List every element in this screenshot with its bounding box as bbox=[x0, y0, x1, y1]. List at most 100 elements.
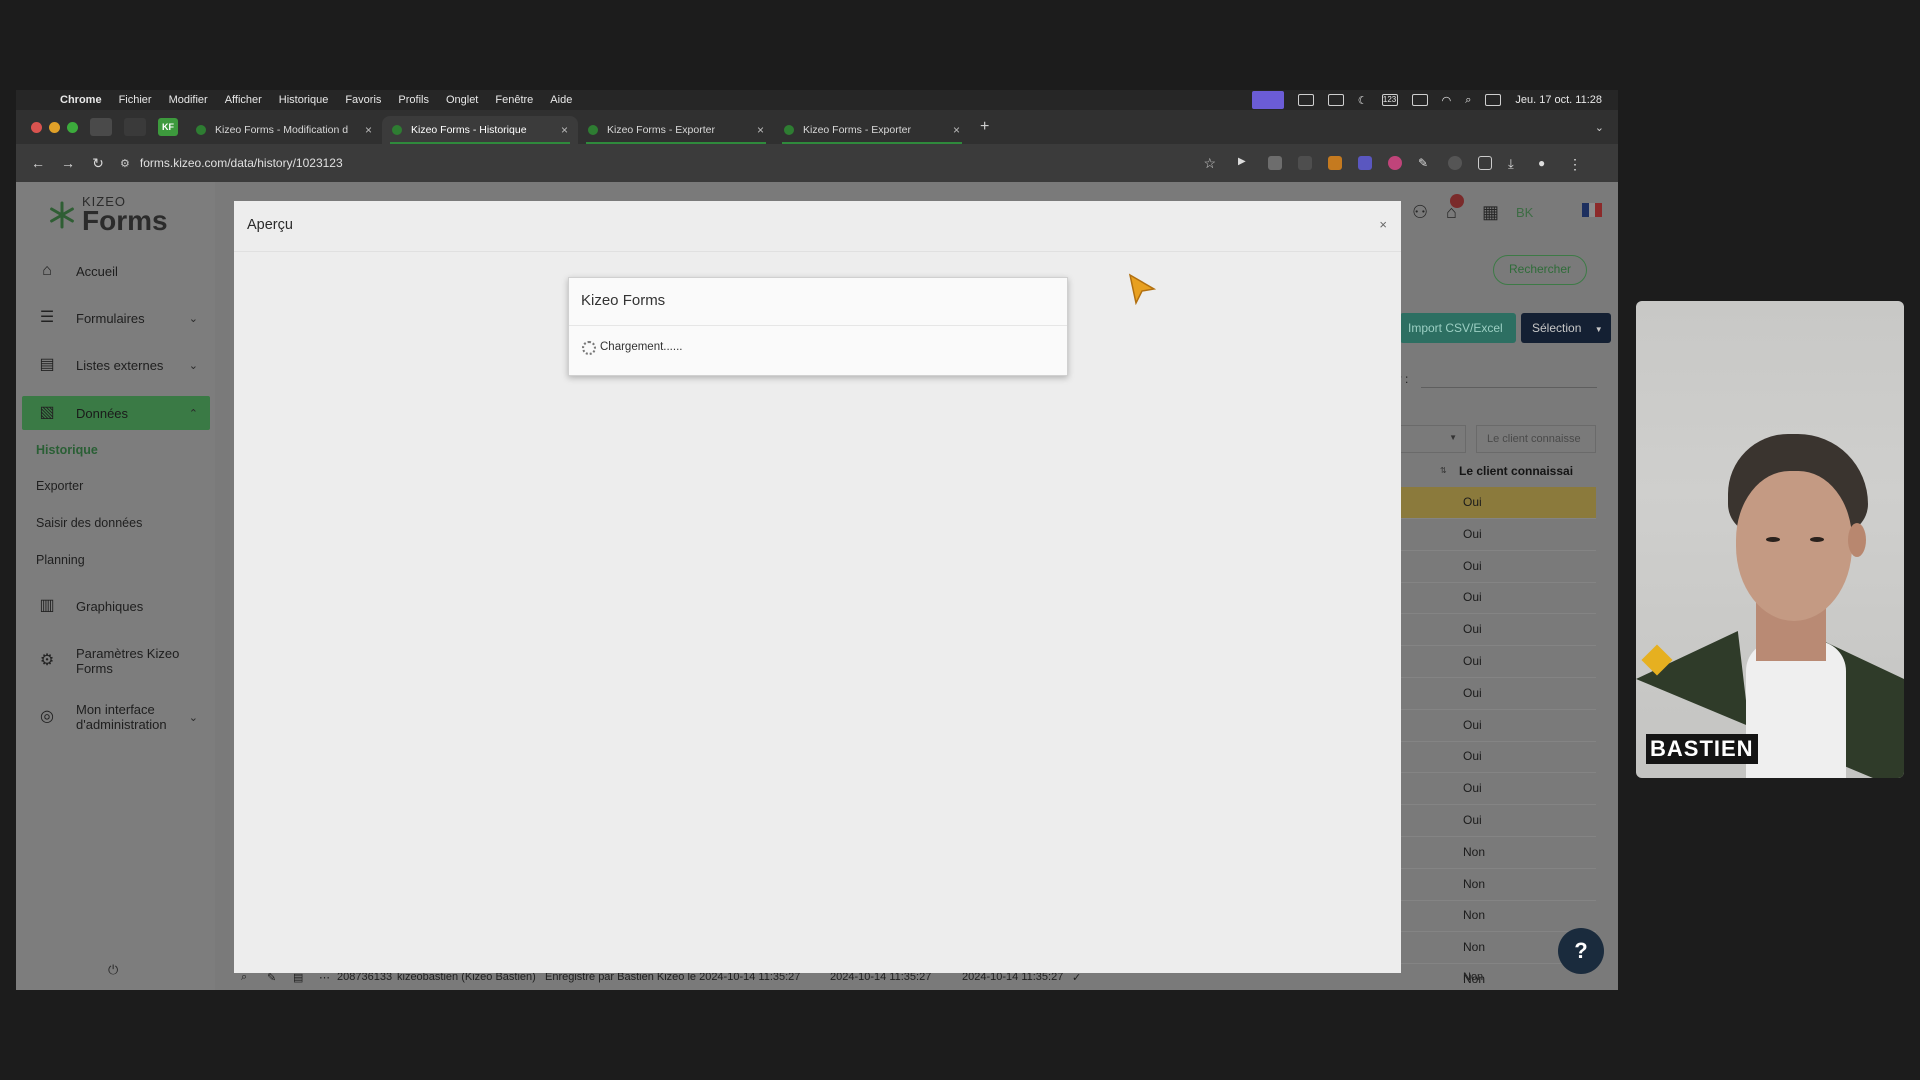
tab-historique[interactable]: Kizeo Forms - Historique × bbox=[382, 116, 578, 144]
table-row[interactable]: Oui bbox=[1396, 582, 1596, 615]
table-row[interactable]: Oui bbox=[1396, 487, 1596, 519]
pinned-tab-kf[interactable]: KF bbox=[158, 118, 178, 136]
extension-icon-6[interactable] bbox=[1448, 156, 1462, 170]
site-settings-icon[interactable]: ⚙ bbox=[120, 157, 130, 170]
wifi-icon[interactable]: ◠ bbox=[1442, 94, 1452, 107]
back-arrow-icon[interactable]: ← bbox=[30, 155, 46, 171]
import-csv-button[interactable]: Import CSV/Excel bbox=[1400, 313, 1516, 343]
menu-modifier[interactable]: Modifier bbox=[169, 94, 208, 106]
sidebar-item-admin[interactable]: ◎ Mon interface d'administration ⌄ bbox=[22, 697, 210, 737]
status-area: ☾ 123 ◠ ⌕ Jeu. 17 oct. 11:28 bbox=[1251, 91, 1618, 109]
menu-favoris[interactable]: Favoris bbox=[345, 94, 381, 106]
tab-close-icon[interactable]: × bbox=[561, 123, 568, 137]
table-row[interactable]: Non bbox=[1396, 869, 1596, 901]
extension-icon-5[interactable] bbox=[1388, 156, 1402, 170]
menu-app-chrome[interactable]: Chrome bbox=[60, 94, 102, 106]
screen-share-icon[interactable] bbox=[1251, 91, 1284, 109]
battery-icon[interactable] bbox=[1411, 94, 1428, 106]
tab-modification[interactable]: Kizeo Forms - Modification d × bbox=[186, 116, 382, 144]
basket-icon[interactable]: ⌂ bbox=[1446, 202, 1457, 223]
forward-arrow-icon[interactable]: → bbox=[60, 155, 76, 171]
selection-dropdown[interactable]: Sélection ▼ bbox=[1521, 313, 1611, 343]
tab-exporter-2[interactable]: Kizeo Forms - Exporter × bbox=[774, 116, 970, 144]
sidebar-subitem-exporter[interactable]: Exporter bbox=[36, 479, 83, 493]
column-header[interactable]: Le client connaissai bbox=[1459, 464, 1594, 478]
sidebar-item-graphiques[interactable]: ▥ Graphiques bbox=[22, 589, 210, 623]
modal-close-button[interactable]: × bbox=[1379, 217, 1387, 232]
gear-icon: ⚙ bbox=[39, 652, 55, 669]
pinned-tab-audio-icon[interactable] bbox=[124, 118, 146, 136]
new-tab-plus-icon[interactable]: + bbox=[980, 118, 989, 136]
reload-icon[interactable]: ↻ bbox=[90, 155, 106, 172]
power-icon[interactable]: ⏻ bbox=[108, 962, 118, 978]
close-window-button[interactable] bbox=[31, 121, 42, 133]
sidebar-item-parametres[interactable]: ⚙ Paramètres Kizeo Forms bbox=[22, 641, 210, 681]
extension-icon-2[interactable] bbox=[1298, 156, 1312, 170]
puzzle-extensions-icon[interactable] bbox=[1478, 156, 1492, 170]
filter-operator-select[interactable]: ▼ bbox=[1396, 425, 1466, 453]
menu-fichier[interactable]: Fichier bbox=[119, 94, 152, 106]
moon-icon[interactable]: ☾ bbox=[1358, 94, 1368, 107]
table-row[interactable]: Oui bbox=[1396, 678, 1596, 710]
sidebar-subitem-planning[interactable]: Planning bbox=[36, 553, 85, 567]
user-initials[interactable]: BK bbox=[1516, 205, 1533, 220]
table-row[interactable]: Non bbox=[1396, 900, 1596, 933]
download-icon[interactable]: ⤓ bbox=[1508, 156, 1522, 171]
profile-pin-icon[interactable]: ● bbox=[1538, 156, 1552, 170]
menu-profils[interactable]: Profils bbox=[398, 94, 429, 106]
table-row[interactable]: Oui bbox=[1396, 551, 1596, 583]
table-row[interactable]: Oui bbox=[1396, 519, 1596, 551]
bookmark-star-icon[interactable]: ☆ bbox=[1203, 155, 1216, 172]
sidebar-subitem-saisir[interactable]: Saisir des données bbox=[36, 516, 142, 530]
spotlight-icon[interactable]: ⌕ bbox=[1465, 94, 1471, 107]
sidebar-item-formulaires[interactable]: ☰ Formulaires ⌄ bbox=[22, 301, 210, 335]
maximize-window-button[interactable] bbox=[67, 121, 78, 133]
minimize-window-button[interactable] bbox=[49, 121, 60, 133]
kizeo-forms-logo[interactable]: KIZEO Forms bbox=[46, 195, 168, 235]
menu-onglet[interactable]: Onglet bbox=[446, 94, 478, 106]
table-icon: ▤ bbox=[39, 356, 55, 373]
tab-search-chevron-icon[interactable]: ⌄ bbox=[1595, 121, 1604, 134]
extension-icon-1[interactable] bbox=[1268, 156, 1282, 170]
sync-icon[interactable] bbox=[1327, 94, 1344, 106]
sidebar-item-listes-externes[interactable]: ▤ Listes externes ⌄ bbox=[22, 348, 210, 382]
sidebar-item-accueil[interactable]: ⌂ Accueil bbox=[22, 254, 210, 288]
menu-historique[interactable]: Historique bbox=[279, 94, 329, 106]
tab-exporter-1[interactable]: Kizeo Forms - Exporter × bbox=[578, 116, 774, 144]
menu-afficher[interactable]: Afficher bbox=[225, 94, 262, 106]
extension-icon-4[interactable] bbox=[1358, 156, 1372, 170]
sort-icon[interactable]: ⇅ bbox=[1440, 466, 1447, 475]
cast-icon[interactable]: ▶ bbox=[1238, 156, 1252, 170]
table-row[interactable]: Oui bbox=[1396, 773, 1596, 806]
table-row[interactable]: Non bbox=[1396, 837, 1596, 869]
table-row[interactable]: Oui bbox=[1396, 741, 1596, 774]
search-button[interactable]: Rechercher bbox=[1493, 255, 1587, 285]
more-menu-icon[interactable]: ⋮ bbox=[1568, 156, 1582, 172]
tab-close-icon[interactable]: × bbox=[953, 123, 960, 137]
table-row[interactable]: Oui bbox=[1396, 805, 1596, 837]
pen-icon[interactable]: ✎ bbox=[1418, 156, 1432, 170]
sidebar-item-donnees[interactable]: ▧ Données ⌃ bbox=[22, 396, 210, 430]
apps-grid-icon[interactable]: ▦ bbox=[1482, 202, 1499, 223]
tab-close-icon[interactable]: × bbox=[365, 123, 372, 137]
keyboard-layout-icon[interactable]: 123 bbox=[1381, 94, 1398, 106]
tab-close-icon[interactable]: × bbox=[757, 123, 764, 137]
app-status-icon[interactable] bbox=[1297, 94, 1314, 106]
pinned-tab-gmail-icon[interactable] bbox=[90, 118, 112, 136]
table-row[interactable]: Oui bbox=[1396, 710, 1596, 742]
url-text[interactable]: forms.kizeo.com/data/history/1023123 bbox=[140, 156, 343, 170]
help-button[interactable]: ? bbox=[1558, 928, 1604, 974]
column-filter-input[interactable]: Le client connaisse bbox=[1476, 425, 1596, 453]
table-row[interactable]: Oui bbox=[1396, 614, 1596, 647]
extension-icon-3[interactable] bbox=[1328, 156, 1342, 170]
sidebar-subitem-historique[interactable]: Historique bbox=[36, 443, 98, 457]
notification-icon[interactable]: ⚇ bbox=[1412, 202, 1428, 223]
table-row[interactable]: Oui bbox=[1396, 646, 1596, 678]
language-flag-icon[interactable] bbox=[1582, 203, 1603, 217]
address-bar[interactable]: ⚙ forms.kizeo.com/data/history/1023123 ☆ bbox=[120, 150, 1216, 176]
menubar-clock[interactable]: Jeu. 17 oct. 11:28 bbox=[1515, 94, 1602, 106]
webcam-overlay: BASTIEN bbox=[1636, 301, 1904, 778]
control-center-icon[interactable] bbox=[1485, 94, 1502, 106]
menu-aide[interactable]: Aide bbox=[550, 94, 572, 106]
menu-fenetre[interactable]: Fenêtre bbox=[495, 94, 533, 106]
